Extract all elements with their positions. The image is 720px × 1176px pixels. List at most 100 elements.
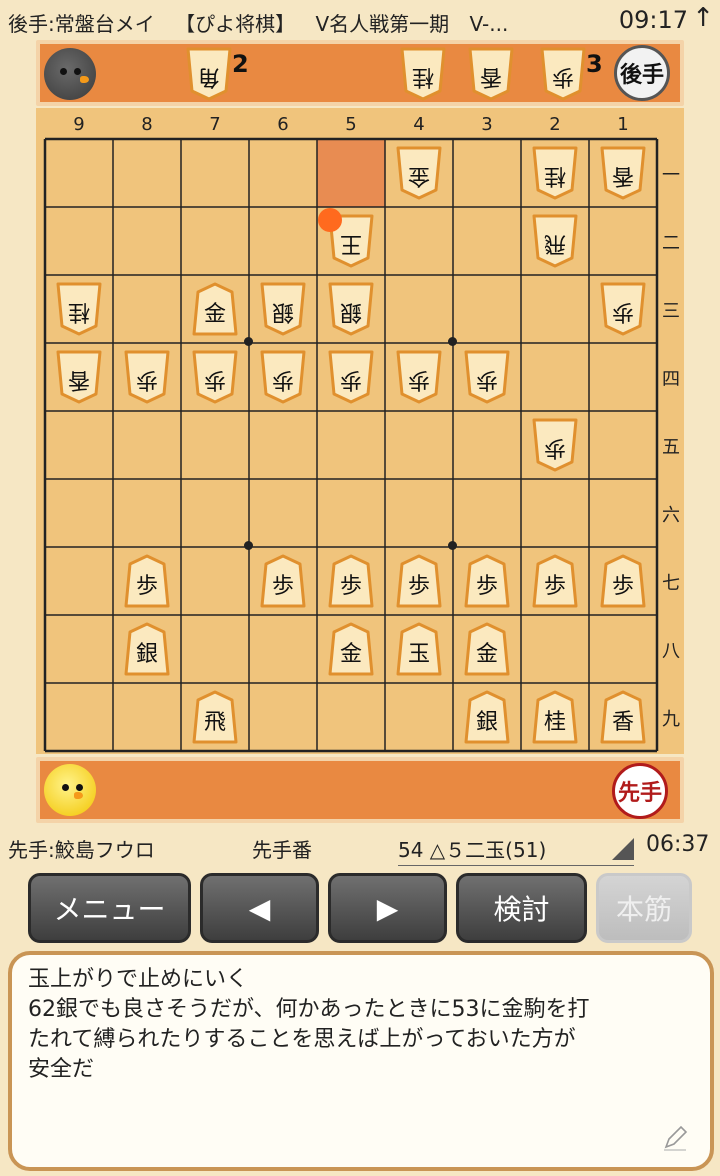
column-label: 4 <box>413 114 425 135</box>
piece-char: 金 <box>408 163 431 188</box>
dropdown-triangle-icon[interactable] <box>612 838 634 860</box>
piece-char: 角 <box>198 64 221 89</box>
hand-piece-count: 2 <box>232 50 249 78</box>
sente-piece[interactable]: 歩 <box>600 554 646 608</box>
status-bar: 後手:常盤台メイ 【ぴよ将棋】 V名人戦第一期 V-... 09:17 ↑ <box>0 0 720 40</box>
sente-piece[interactable]: 金 <box>192 282 238 336</box>
last-move-highlight <box>317 139 385 207</box>
row-label: 二 <box>662 233 680 254</box>
sente-piece[interactable]: 桂 <box>532 690 578 744</box>
sente-piece[interactable]: 歩 <box>464 554 510 608</box>
comment-line: 安全だ <box>28 1057 95 1082</box>
mainline-button: 本筋 <box>596 873 692 943</box>
piece-char: 銀 <box>272 299 295 324</box>
comment-box[interactable]: 玉上がりで止めにいく 62銀でも良さそうだが、何かあったときに53に金駒を打 た… <box>8 951 714 1171</box>
move-selector[interactable]: 54 △５二玉(51) <box>398 834 634 866</box>
gote-piece[interactable]: 飛 <box>532 214 578 268</box>
piece-char: 飛 <box>544 231 567 256</box>
gote-player-name: 後手:常盤台メイ <box>8 12 155 36</box>
star-point <box>244 541 253 550</box>
star-point <box>244 337 253 346</box>
row-label: 四 <box>662 369 680 390</box>
game-info: 後手:常盤台メイ 【ぴよ将棋】 V名人戦第一期 V-... <box>8 8 522 37</box>
comment-line: 玉上がりで止めにいく <box>28 967 249 992</box>
piece-char: 香 <box>68 367 91 392</box>
menu-button[interactable]: メニュー <box>28 873 191 943</box>
gote-piece[interactable]: 歩 <box>124 350 170 404</box>
piece-char: 歩 <box>611 574 634 599</box>
prev-move-button[interactable]: ◀ <box>200 873 319 943</box>
piece-char: 歩 <box>204 367 227 392</box>
sente-badge: 先手 <box>612 763 668 819</box>
column-label: 2 <box>549 114 561 135</box>
row-label: 三 <box>662 301 680 322</box>
gote-piece[interactable]: 歩 <box>464 350 510 404</box>
avatar-beak <box>80 76 89 83</box>
gote-piece[interactable]: 香 <box>600 146 646 200</box>
piece-char: 歩 <box>271 574 294 599</box>
gote-piece[interactable]: 歩 <box>192 350 238 404</box>
piece-char: 銀 <box>340 299 363 324</box>
sente-piece[interactable]: 銀 <box>124 622 170 676</box>
piece-char: 歩 <box>135 574 158 599</box>
elapsed-time: 06:37 <box>646 832 710 857</box>
sente-piece[interactable]: 歩 <box>260 554 306 608</box>
sente-piece[interactable]: 歩 <box>124 554 170 608</box>
piece-char: 歩 <box>612 299 635 324</box>
gote-piece[interactable]: 桂 <box>56 282 102 336</box>
piece-char: 桂 <box>544 163 567 188</box>
avatar-eye <box>74 68 81 75</box>
gote-piece[interactable]: 歩 <box>328 350 374 404</box>
up-arrow-icon[interactable]: ↑ <box>692 3 714 33</box>
piece-char: 金 <box>339 642 362 667</box>
sente-piece[interactable]: 金 <box>328 622 374 676</box>
sente-piece[interactable]: 飛 <box>192 690 238 744</box>
gote-piece[interactable]: 香 <box>56 350 102 404</box>
sente-piece[interactable]: 歩 <box>532 554 578 608</box>
sente-piece[interactable]: 香 <box>600 690 646 744</box>
piece-char: 飛 <box>203 710 226 735</box>
app-title: 【ぴよ将棋】 <box>175 12 296 36</box>
piece-char: 銀 <box>135 642 158 667</box>
column-label: 6 <box>277 114 289 135</box>
piece-char: 王 <box>340 231 363 256</box>
move-marker <box>318 208 342 232</box>
piece-char: 歩 <box>272 367 295 392</box>
event-truncated: V-... <box>469 12 509 36</box>
hand-piece[interactable]: 角 <box>186 47 232 101</box>
gote-piece[interactable]: 歩 <box>600 282 646 336</box>
piece-char: 歩 <box>475 574 498 599</box>
piece-char: 香 <box>480 64 503 89</box>
pencil-icon[interactable] <box>660 1123 690 1153</box>
row-label: 六 <box>662 505 680 526</box>
sente-piece[interactable]: 歩 <box>396 554 442 608</box>
piece-char: 歩 <box>552 64 575 89</box>
sente-piece[interactable]: 玉 <box>396 622 442 676</box>
gote-piece[interactable]: 銀 <box>328 282 374 336</box>
comment-line: たれて縛られたりすることを思えば上がっておいた方が <box>28 1027 576 1052</box>
gote-piece[interactable]: 銀 <box>260 282 306 336</box>
column-label: 5 <box>345 114 357 135</box>
gote-piece[interactable]: 歩 <box>260 350 306 404</box>
next-move-button[interactable]: ▶ <box>328 873 447 943</box>
gote-piece[interactable]: 歩 <box>396 350 442 404</box>
sente-piece[interactable]: 金 <box>464 622 510 676</box>
avatar-eye <box>76 784 83 791</box>
column-label: 1 <box>617 114 629 135</box>
piece-char: 歩 <box>476 367 499 392</box>
hand-piece[interactable]: 桂 <box>400 47 446 101</box>
piece-char: 歩 <box>544 435 567 460</box>
avatar-eye <box>60 68 67 75</box>
analyze-button[interactable]: 検討 <box>456 873 587 943</box>
gote-piece[interactable]: 桂 <box>532 146 578 200</box>
row-label: 七 <box>662 573 680 594</box>
hand-piece[interactable]: 香 <box>468 47 514 101</box>
sente-piece[interactable]: 銀 <box>464 690 510 744</box>
gote-piece[interactable]: 歩 <box>532 418 578 472</box>
gote-piece[interactable]: 金 <box>396 146 442 200</box>
sente-avatar <box>44 764 96 816</box>
hand-piece[interactable]: 歩 <box>540 47 586 101</box>
piece-char: 歩 <box>408 367 431 392</box>
sente-piece[interactable]: 歩 <box>328 554 374 608</box>
piece-char: 歩 <box>543 574 566 599</box>
